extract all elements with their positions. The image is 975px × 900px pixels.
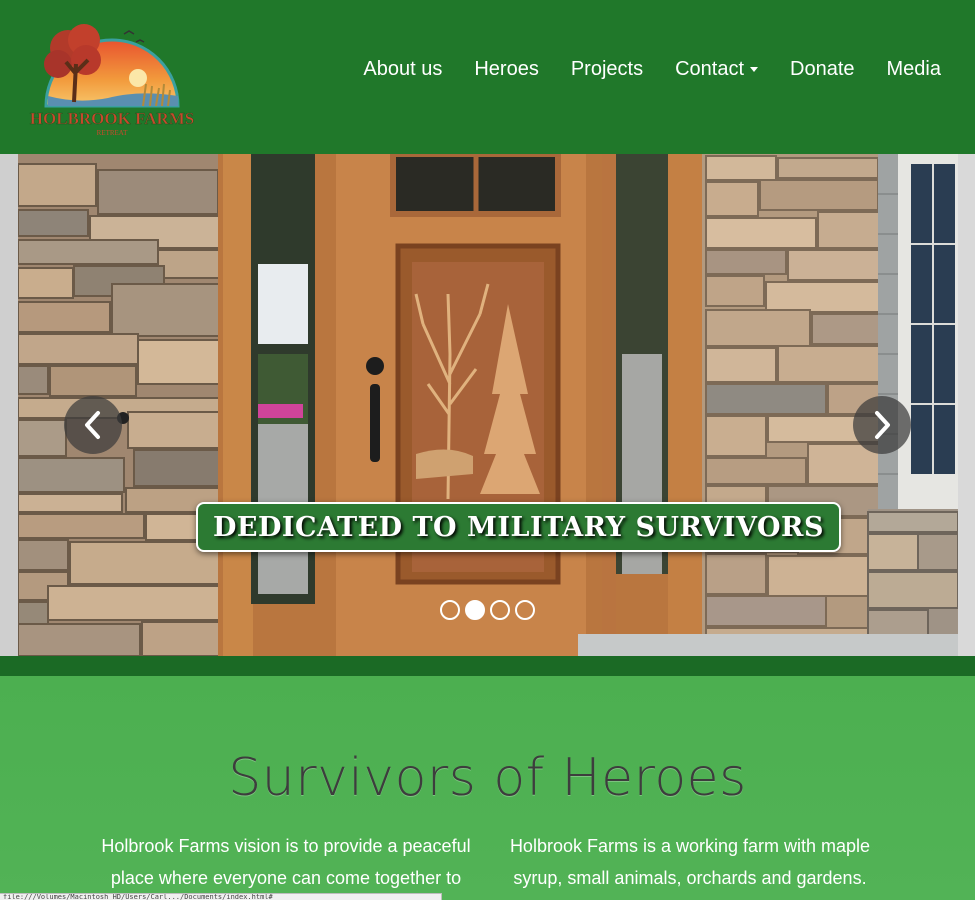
carousel-caption: DEDICATED TO MILITARY SURVIVORS: [196, 502, 841, 552]
farm-paragraph: Holbrook Farms is a working farm with ma…: [509, 836, 871, 888]
nav-projects-label: Projects: [570, 57, 644, 80]
main-nav: About us Heroes Projects Contact Donate …: [347, 54, 975, 84]
chevron-right-icon: [875, 411, 890, 439]
carousel-right-margin: [958, 154, 975, 656]
section-title: Survivors of Heroes: [228, 748, 747, 808]
logo-subtext: RETREAT: [97, 129, 128, 137]
carousel-slide-image: [18, 154, 958, 656]
logo-text: HOLBROOK FARMS: [30, 109, 195, 128]
chevron-left-icon: [85, 411, 100, 439]
carousel-indicator-3[interactable]: [490, 600, 510, 620]
carousel-indicator-1[interactable]: [440, 600, 460, 620]
nav-media-label: Media: [886, 57, 941, 80]
carousel-caption-text: DEDICATED TO MILITARY SURVIVORS: [212, 511, 824, 543]
nav-contact-dropdown[interactable]: Contact: [659, 58, 774, 81]
carousel-left-margin: [0, 154, 18, 656]
nav-donate[interactable]: Donate: [774, 58, 871, 81]
nav-donate-label: Donate: [790, 57, 855, 80]
browser-status-bar: file:///Volumes/Macintosh HD/Users/Carl.…: [0, 893, 442, 900]
nav-about-us-label: About us: [363, 57, 443, 80]
carousel-prev-button[interactable]: [64, 396, 122, 454]
nav-heroes-label: Heroes: [474, 57, 539, 80]
caret-down-icon: [750, 66, 759, 72]
nav-heroes[interactable]: Heroes: [458, 58, 554, 81]
carousel-next-button[interactable]: [853, 396, 911, 454]
carousel-indicators: [440, 600, 535, 620]
carousel-indicator-4[interactable]: [515, 600, 535, 620]
nav-about-us[interactable]: About us: [347, 58, 458, 81]
nav-projects[interactable]: Projects: [555, 58, 659, 81]
vision-paragraph: Holbrook Farms vision is to provide a pe…: [101, 836, 471, 888]
nav-media[interactable]: Media: [871, 58, 975, 81]
carousel-indicator-2[interactable]: [465, 600, 485, 620]
holbrook-farms-logo[interactable]: HOLBROOK FARMS RETREAT: [28, 14, 196, 138]
nav-contact-label: Contact: [675, 57, 745, 80]
section-divider: [0, 656, 975, 676]
navbar: HOLBROOK FARMS RETREAT About us Heroes P…: [0, 0, 975, 154]
hero-carousel: DEDICATED TO MILITARY SURVIVORS: [18, 154, 958, 656]
